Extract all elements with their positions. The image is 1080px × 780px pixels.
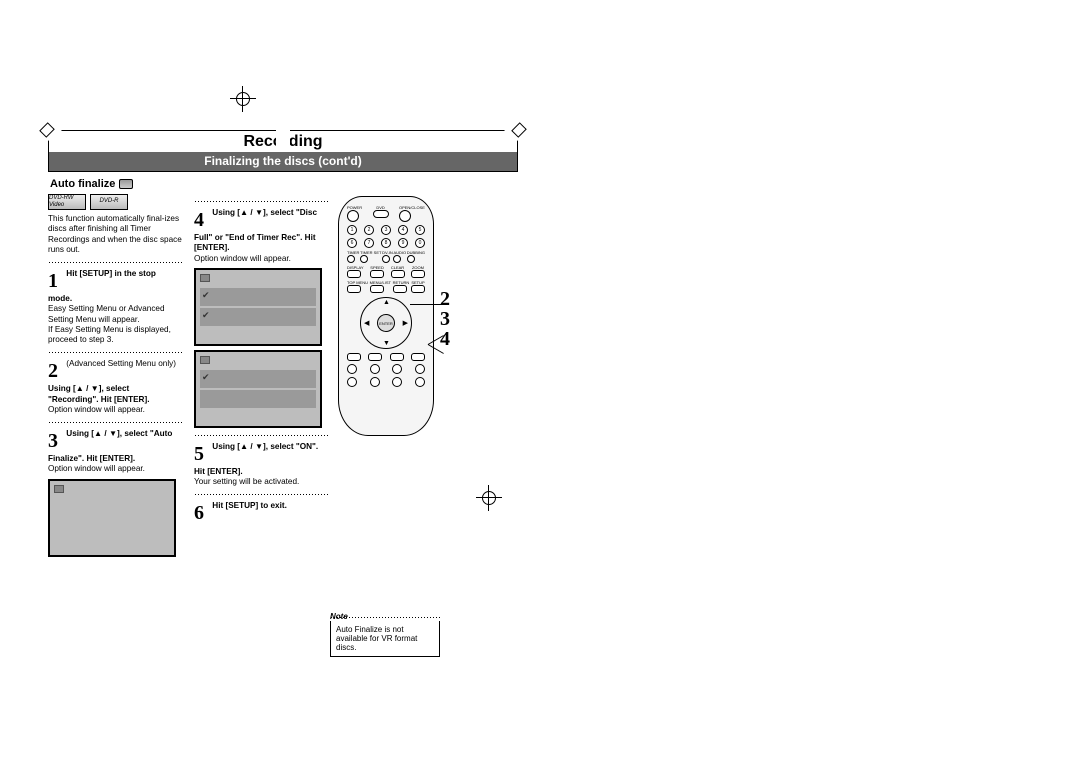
divider	[48, 419, 182, 425]
divider	[194, 491, 328, 497]
column-2: 4 Using [▲ / ▼], select "Disc Full" or "…	[194, 194, 328, 561]
divider	[194, 432, 328, 438]
setup-button	[411, 285, 425, 293]
dvd-button	[373, 210, 389, 218]
ui-screenshot: ✔	[194, 350, 322, 428]
arrow-left-icon: ◀	[364, 319, 369, 327]
divider	[194, 198, 328, 204]
step-5: 5 Using [▲ / ▼], select "ON". Hit [ENTER…	[194, 442, 328, 488]
divider	[48, 349, 182, 355]
step-4: 4 Using [▲ / ▼], select "Disc Full" or "…	[194, 208, 328, 264]
dpad: ▲ ▼ ◀ ▶ ENTER	[360, 297, 412, 349]
top-menu-button	[347, 285, 361, 293]
note-box: Note Auto Finalize is not available for …	[330, 612, 440, 657]
subsection-heading: Auto finalize	[50, 178, 518, 190]
step-2: 2 (Advanced Setting Menu only) Using [▲ …	[48, 359, 182, 415]
step-3: 3 Using [▲ / ▼], select "Auto Finalize".…	[48, 429, 182, 475]
eject-button	[399, 210, 411, 222]
remote-control-illustration: POWER DVD OPEN/CLOSE 12345 67890 TIMER T…	[338, 196, 434, 436]
arrow-down-icon: ▼	[383, 340, 390, 347]
ui-screenshot	[48, 479, 176, 557]
arrow-right-icon: ▶	[403, 319, 408, 327]
page-title: Recording	[243, 133, 322, 151]
power-button	[347, 210, 359, 222]
page-subtitle: Finalizing the discs (cont'd)	[48, 152, 518, 172]
intro-text: This function automatically final-izes d…	[48, 214, 182, 255]
step-1: 1 Hit [SETUP] in the stop mode. Easy Set…	[48, 269, 182, 345]
ui-screenshot: ✔ ✔	[194, 268, 322, 346]
enter-button: ENTER	[377, 314, 395, 332]
format-badge: DVD-R	[90, 194, 128, 210]
divider	[48, 259, 182, 265]
format-badge: DVD-RW Video	[48, 194, 86, 210]
column-1: DVD-RW Video DVD-R This function automat…	[48, 194, 182, 561]
arrow-up-icon: ▲	[383, 299, 390, 306]
step-6: 6 Hit [SETUP] to exit.	[194, 501, 328, 526]
dvd-icon	[119, 179, 133, 189]
section-header: Recording Finalizing the discs (cont'd)	[48, 130, 518, 172]
callout-number: 4	[440, 328, 450, 351]
